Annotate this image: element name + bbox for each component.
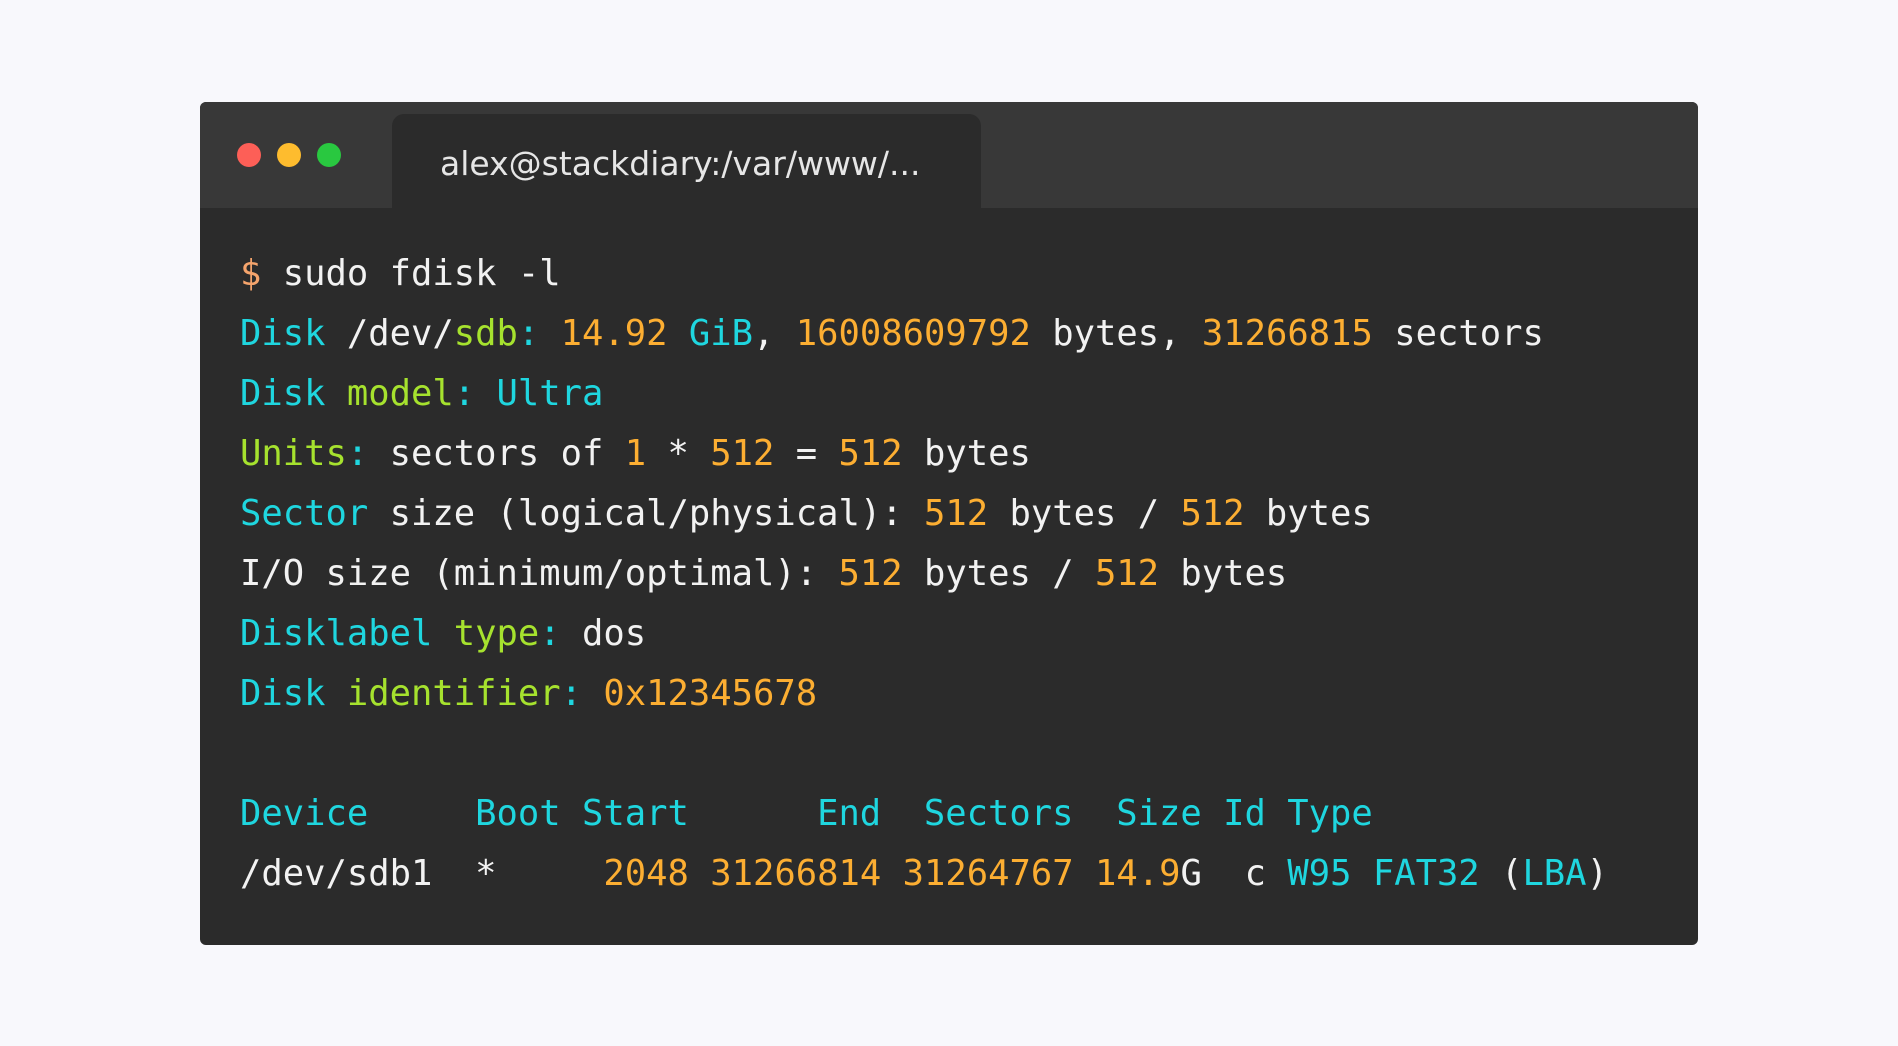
terminal-line: /dev/sdb1 * 2048 31266814 31264767 14.9G… <box>240 844 1608 904</box>
terminal-text: 512 <box>838 433 903 474</box>
terminal-text: : <box>346 433 390 474</box>
terminal-text: : <box>539 613 582 654</box>
terminal-line: Disklabel type: dos <box>240 604 1608 664</box>
terminal-text: Disk <box>240 373 347 414</box>
terminal-text: 0x12345678 <box>603 673 818 714</box>
terminal-text: Disk <box>240 673 347 714</box>
terminal-text: 512 <box>838 553 903 594</box>
terminal-text: , <box>753 313 796 354</box>
terminal-window: alex@stackdiary:/var/www/... $ sudo fdis… <box>200 102 1698 945</box>
terminal-text: ) <box>1586 853 1608 894</box>
terminal-text: : <box>560 673 604 714</box>
terminal-text: 14.92 <box>560 313 668 354</box>
terminal-text: bytes <box>1244 493 1373 534</box>
terminal-output[interactable]: $ sudo fdisk -l Disk /dev/sdb: 14.92 GiB,… <box>240 244 1608 904</box>
terminal-text: 14.9 <box>1094 853 1181 894</box>
terminal-line: Device Boot Start End Sectors Size Id Ty… <box>240 784 1608 844</box>
terminal-text: sdb <box>453 313 518 354</box>
terminal-text: ( <box>1479 853 1523 894</box>
terminal-text: Disklabel <box>240 613 454 654</box>
terminal-text: size (logical/physical): <box>368 493 924 534</box>
terminal-text: 31266814 <box>710 853 882 894</box>
terminal-text: model <box>346 373 454 414</box>
terminal-text: I/O size (minimum/optimal): <box>240 553 839 594</box>
terminal-text: Sector <box>240 493 369 534</box>
terminal-text: 512 <box>710 433 775 474</box>
terminal-text: G c <box>1180 853 1288 894</box>
terminal-text: bytes / <box>902 553 1095 594</box>
terminal-text: = <box>774 433 839 474</box>
terminal-text: bytes <box>1159 553 1288 594</box>
terminal-text: type <box>453 613 540 654</box>
terminal-text: GiB <box>667 313 753 354</box>
terminal-text: W95 FAT32 <box>1287 853 1480 894</box>
terminal-text: /dev/ <box>346 313 454 354</box>
terminal-line: Disk /dev/sdb: 14.92 GiB, 16008609792 by… <box>240 304 1608 364</box>
terminal-text: sectors <box>1372 313 1544 354</box>
terminal-text: sudo fdisk -l <box>282 253 561 294</box>
terminal-line: Sector size (logical/physical): 512 byte… <box>240 484 1608 544</box>
terminal-line: Disk model: Ultra <box>240 364 1608 424</box>
terminal-text: 512 <box>923 493 989 534</box>
terminal-text: 1 <box>624 433 647 474</box>
terminal-line: Disk identifier: 0x12345678 <box>240 664 1608 724</box>
terminal-line: Units: sectors of 1 * 512 = 512 bytes <box>240 424 1608 484</box>
terminal-text: 16008609792 <box>795 313 1031 354</box>
terminal-text: bytes, <box>1030 313 1202 354</box>
terminal-text: $ <box>240 253 283 294</box>
terminal-text: LBA <box>1522 853 1587 894</box>
terminal-line: I/O size (minimum/optimal): 512 bytes / … <box>240 544 1608 604</box>
terminal-text: Units <box>240 433 347 474</box>
close-button[interactable] <box>237 143 261 167</box>
terminal-text: : <box>517 313 561 354</box>
terminal-text: 31266815 <box>1201 313 1373 354</box>
terminal-tab[interactable]: alex@stackdiary:/var/www/... <box>392 114 981 208</box>
terminal-line: $ sudo fdisk -l <box>240 244 1608 304</box>
titlebar: alex@stackdiary:/var/www/... <box>200 102 1698 208</box>
maximize-button[interactable] <box>317 143 341 167</box>
terminal-text: Disk <box>240 313 347 354</box>
terminal-text: * <box>646 433 711 474</box>
terminal-text: : Ultra <box>453 373 604 414</box>
terminal-text: 2048 <box>603 853 689 894</box>
terminal-text: Device Boot Start End Sectors Size Id Ty… <box>240 793 1373 834</box>
terminal-text: sectors of <box>389 433 625 474</box>
terminal-text: bytes <box>902 433 1031 474</box>
terminal-text: 31264767 <box>902 853 1074 894</box>
terminal-text: 512 <box>1180 493 1245 534</box>
terminal-text: 512 <box>1094 553 1160 594</box>
terminal-text: * <box>475 853 497 894</box>
terminal-text: bytes / <box>988 493 1181 534</box>
terminal-text: /dev/sdb1 <box>240 853 476 894</box>
minimize-button[interactable] <box>277 143 301 167</box>
terminal-text: identifier <box>346 673 561 714</box>
tab-title: alex@stackdiary:/var/www/... <box>440 144 921 183</box>
terminal-text: dos <box>581 613 647 654</box>
